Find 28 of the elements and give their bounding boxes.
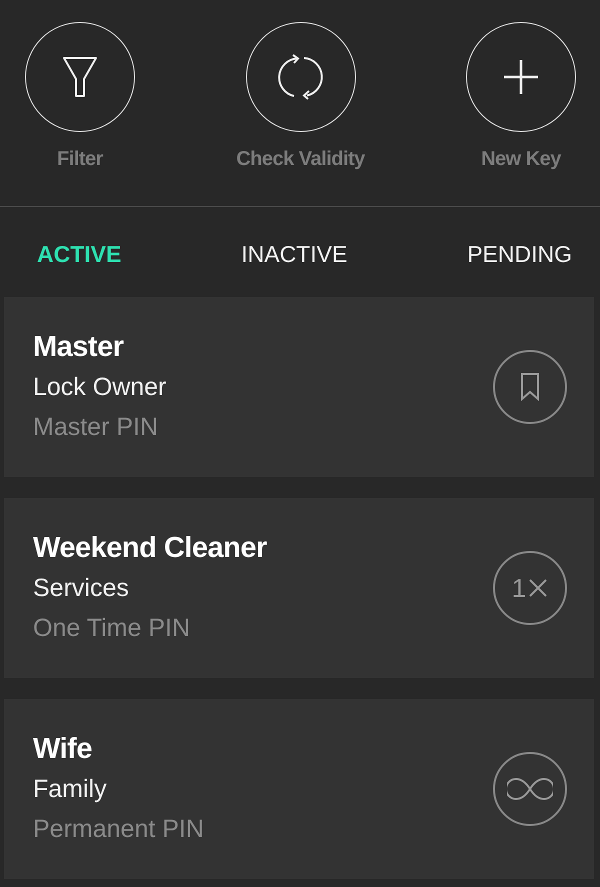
- bookmark-icon: [520, 373, 540, 401]
- key-card[interactable]: Weekend Cleaner Services One Time PIN 1: [4, 498, 594, 678]
- tab[interactable]: ACTIVE: [37, 237, 122, 271]
- key-group: Services: [33, 568, 267, 608]
- key-name: Master: [33, 330, 125, 365]
- action-label: Check Validity: [236, 148, 365, 171]
- infinity-icon: [507, 777, 553, 801]
- tab[interactable]: PENDING: [467, 237, 572, 271]
- key-name: Weekend Cleaner: [33, 531, 267, 566]
- action-label: New Key: [481, 148, 561, 171]
- refresh-icon: [278, 54, 324, 100]
- add-icon: [503, 59, 539, 95]
- add-button[interactable]: [466, 22, 576, 132]
- key-type: Master PIN: [33, 412, 160, 443]
- key-card[interactable]: Wife Family Permanent PIN: [4, 699, 594, 879]
- key-group: Family: [33, 769, 204, 809]
- filter-button[interactable]: [25, 22, 135, 132]
- key-type: One Time PIN: [33, 613, 191, 644]
- multiply-icon: [528, 578, 548, 598]
- key-card[interactable]: Master Lock Owner Master PIN: [4, 297, 594, 477]
- filter-icon: [63, 57, 97, 97]
- key-name: Wife: [33, 732, 93, 767]
- refresh-button[interactable]: [246, 22, 356, 132]
- count-label: 1: [512, 572, 526, 604]
- key-group: Lock Owner: [33, 367, 166, 407]
- tab[interactable]: INACTIVE: [241, 237, 348, 271]
- key-type: Permanent PIN: [33, 814, 204, 845]
- action-label: Filter: [57, 148, 103, 171]
